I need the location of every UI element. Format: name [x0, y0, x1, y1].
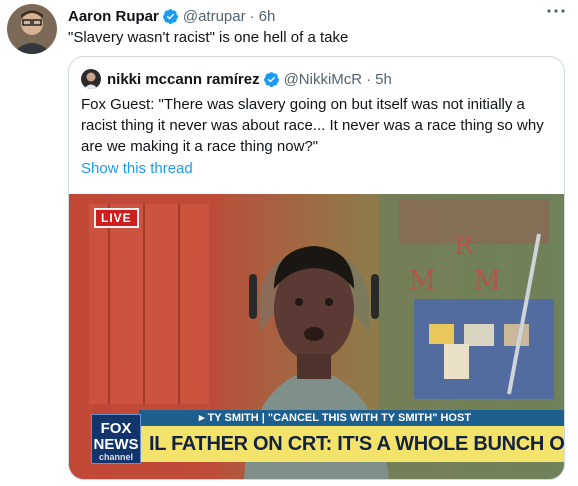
author-name[interactable]: Aaron Rupar	[68, 8, 159, 25]
svg-text:R: R	[454, 231, 475, 261]
logo-line-3: channel	[98, 452, 133, 462]
tweet-text: "Slavery wasn't racist" is one hell of a…	[68, 29, 349, 46]
svg-text:M: M	[409, 266, 436, 296]
lower-third-headline: IL FATHER ON CRT: IT'S A WHOLE BUNCH OF …	[139, 426, 564, 462]
lower-third-subtitle: ▸ TY SMITH | "CANCEL THIS WITH TY SMITH"…	[139, 410, 564, 426]
fox-news-logo: FOX NEWS channel	[91, 414, 141, 464]
verified-badge-icon	[162, 8, 178, 24]
tweet-time[interactable]: 6h	[259, 8, 276, 25]
quoted-header: nikki mccann ramírez @NikkiMcR · 5h	[81, 68, 392, 90]
show-thread-link[interactable]: Show this thread	[81, 160, 193, 177]
dot-separator: ·	[249, 7, 255, 25]
quoted-author-name[interactable]: nikki mccann ramírez	[107, 71, 260, 88]
quoted-tweet[interactable]: nikki mccann ramírez @NikkiMcR · 5h Fox …	[68, 56, 565, 480]
video-player[interactable]: R M M LIVE ▸ TY SMITH | "CANCEL THIS WIT…	[69, 194, 564, 479]
logo-line-1: FOX	[100, 420, 132, 437]
tweet-header: Aaron Rupar @atrupar · 6h	[68, 6, 275, 26]
svg-text:M: M	[474, 266, 501, 296]
logo-line-2: NEWS	[93, 436, 139, 453]
live-badge: LIVE	[94, 208, 139, 228]
quoted-author-avatar[interactable]	[81, 69, 101, 89]
dot-separator: ·	[366, 70, 372, 88]
verified-badge-icon	[263, 71, 279, 87]
more-options-icon[interactable]	[546, 4, 566, 18]
author-handle[interactable]: @atrupar	[183, 8, 246, 25]
quoted-tweet-time[interactable]: 5h	[375, 71, 392, 88]
quoted-author-handle[interactable]: @NikkiMcR	[284, 71, 363, 88]
author-avatar[interactable]	[7, 4, 57, 54]
quoted-tweet-text: Fox Guest: "There was slavery going on b…	[81, 96, 544, 155]
